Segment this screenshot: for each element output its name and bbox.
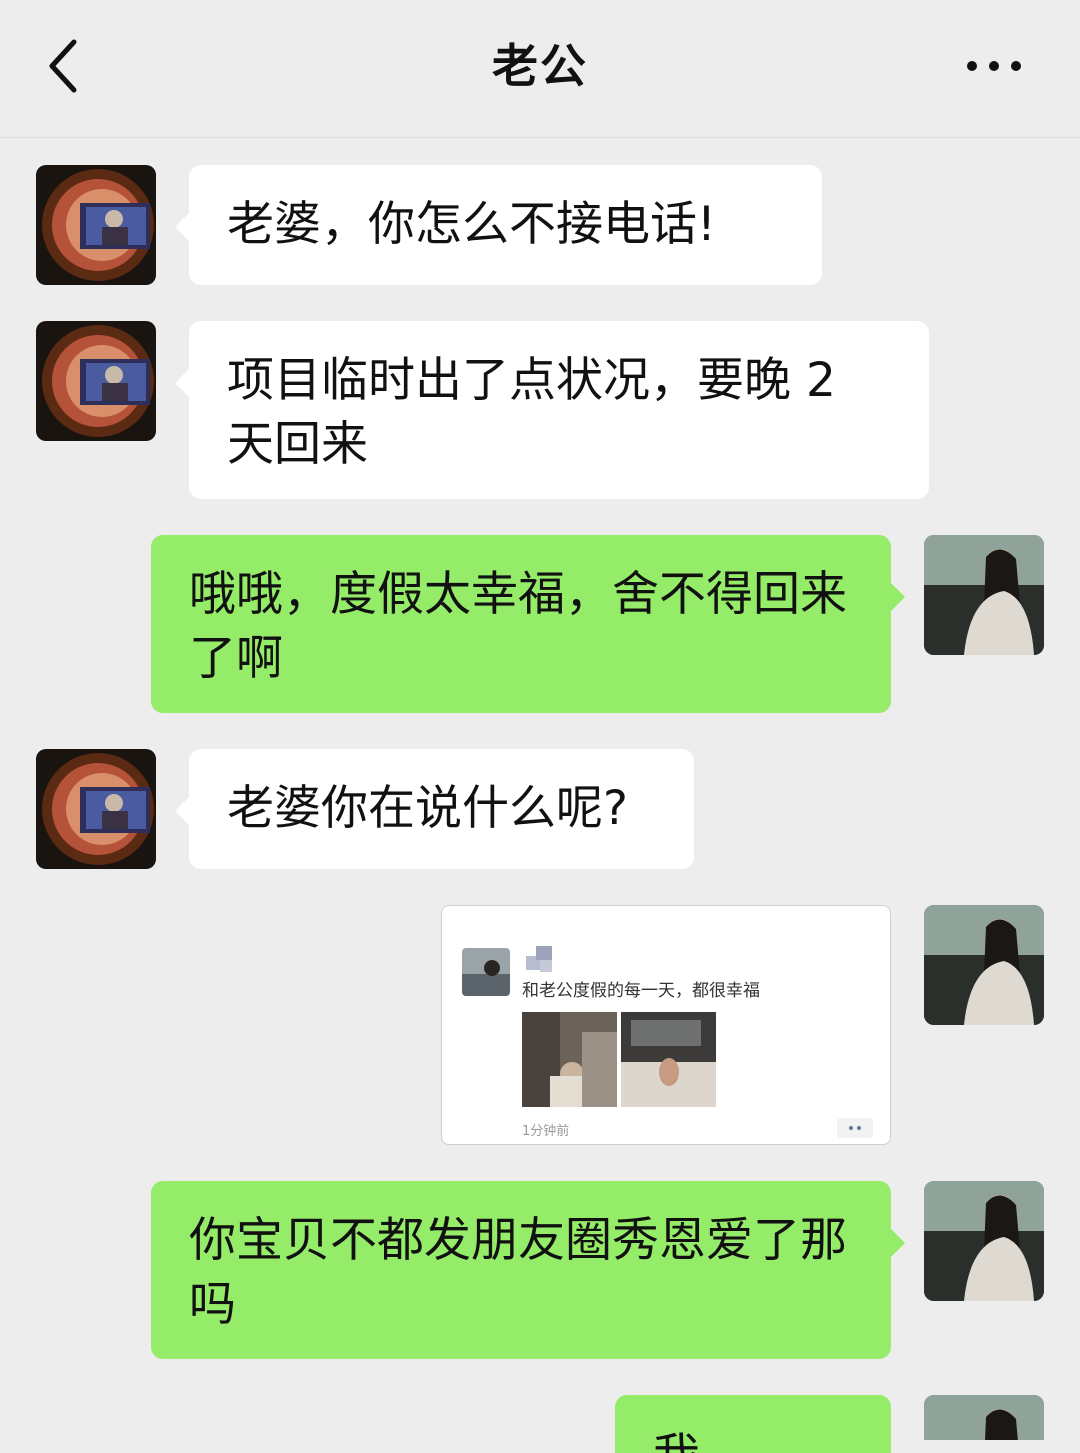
my-avatar[interactable] xyxy=(924,905,1044,1025)
post-photo xyxy=(522,1012,617,1107)
top-nav-bar: 老公 xyxy=(0,0,1080,138)
contact-avatar[interactable] xyxy=(36,749,156,869)
my-avatar[interactable] xyxy=(924,535,1044,655)
message-text: 项目临时出了点状况，要晚 2 天回来 xyxy=(227,353,836,472)
more-dots-icon[interactable] xyxy=(962,56,1026,76)
post-photo xyxy=(621,1012,716,1107)
message-text: 哦哦，度假太幸福，舍不得回来了啊 xyxy=(189,567,847,686)
post-author-name-blurred xyxy=(526,946,552,972)
chat-title: 老公 xyxy=(492,39,588,93)
message-text: 你宝贝不都发朋友圈秀恩爱了那吗 xyxy=(189,1213,847,1332)
post-more-dots-icon xyxy=(837,1118,873,1138)
contact-avatar[interactable] xyxy=(36,321,156,441)
message-bubble-incoming[interactable]: 项目临时出了点状况，要晚 2 天回来 xyxy=(175,321,929,499)
message-text: 老婆，你怎么不接电话! xyxy=(227,197,716,252)
post-author-avatar xyxy=(462,948,510,996)
message-text: 老婆你在说什么呢? xyxy=(227,781,628,836)
my-avatar[interactable] xyxy=(924,1181,1044,1301)
message-bubble-outgoing[interactable]: 我... xyxy=(615,1395,891,1453)
shared-post-card[interactable]: 和老公度假的每一天，都很幸福 1分钟前 xyxy=(441,905,891,1145)
message-bubble-outgoing[interactable]: 你宝贝不都发朋友圈秀恩爱了那吗 xyxy=(151,1181,905,1359)
message-text: 我... xyxy=(653,1429,745,1453)
post-text: 和老公度假的每一天，都很幸福 xyxy=(522,981,760,1001)
message-bubble-outgoing[interactable]: 哦哦，度假太幸福，舍不得回来了啊 xyxy=(151,535,905,713)
contact-avatar[interactable] xyxy=(36,165,156,285)
message-bubble-incoming[interactable]: 老婆，你怎么不接电话! xyxy=(175,165,822,285)
my-avatar[interactable] xyxy=(924,1395,1044,1440)
message-bubble-incoming[interactable]: 老婆你在说什么呢? xyxy=(175,749,694,869)
post-time: 1分钟前 xyxy=(522,1124,570,1139)
